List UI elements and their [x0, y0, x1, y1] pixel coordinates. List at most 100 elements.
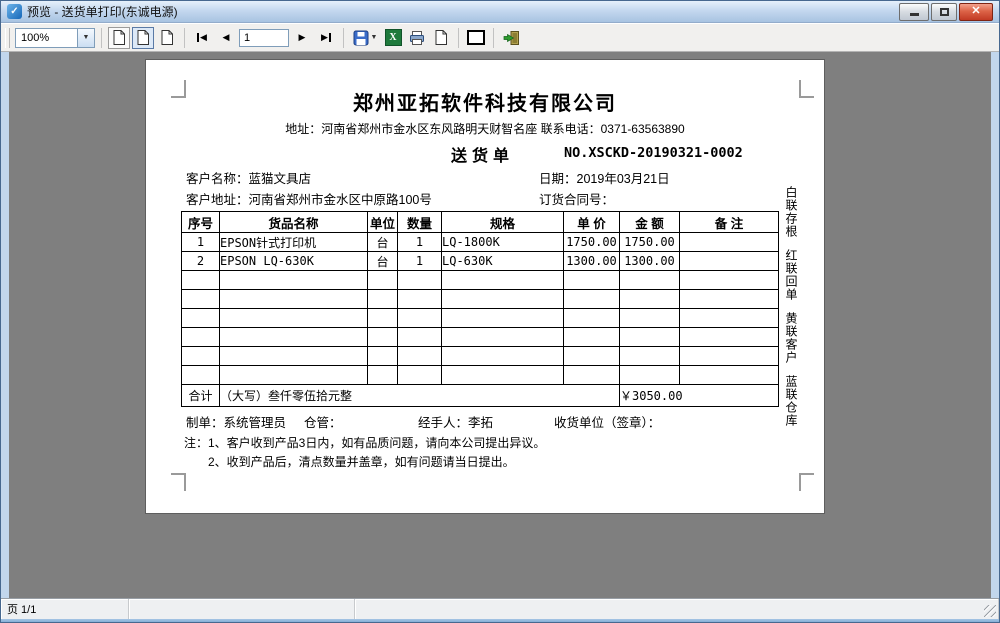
table-cell: 1300.00 [564, 252, 620, 271]
warehouse-label: 仓管： [304, 416, 342, 430]
maker-field: 制单：系统管理员 [186, 412, 286, 431]
customer-name-label: 客户名称： [186, 172, 249, 186]
items-table: 序号 货品名称 单位 数量 规格 单 价 金 额 备 注 1 EPSON针式打印… [181, 211, 779, 407]
table-cell [680, 233, 779, 252]
zoom-value: 100% [16, 32, 77, 44]
window-title: 预览 - 送货单打印(东诚电源) [27, 3, 178, 20]
status-panel [129, 599, 355, 619]
handler-field: 经手人：李拓 [418, 412, 493, 431]
table-cell: 1300.00 [620, 252, 680, 271]
resize-grip-icon[interactable] [984, 605, 996, 617]
company-address-line: 地址：河南省郑州市金水区东风路明天财智名座 联系电话：0371-63563890 [146, 120, 824, 137]
customer-name-field: 客户名称：蓝猫文具店 [186, 168, 311, 187]
handler-value: 李拓 [468, 416, 493, 430]
table-cell: 1750.00 [620, 233, 680, 252]
toolbar-separator [184, 28, 185, 48]
table-empty-cell [182, 290, 220, 309]
header-cell: 规格 [442, 212, 564, 233]
customer-name-value: 蓝猫文具店 [249, 172, 312, 186]
last-page-button[interactable]: ▶ [315, 27, 337, 49]
maximize-button[interactable] [931, 3, 957, 21]
table-cell: 台 [368, 233, 398, 252]
customer-address-field: 客户地址：河南省郑州市金水区中原路100号 [186, 189, 432, 208]
zoom-combobox[interactable]: 100% ▼ [15, 28, 95, 48]
maximize-icon [940, 8, 949, 16]
table-empty-cell [182, 309, 220, 328]
exit-button[interactable] [500, 27, 522, 49]
print-button[interactable] [406, 27, 428, 49]
header-cell: 数量 [398, 212, 442, 233]
copy-label-white: 白联存根 [784, 186, 798, 238]
note-line-1: 注：1、客户收到产品3日内，如有品质问题，请向本公司提出异议。 [184, 434, 545, 453]
minimize-button[interactable] [899, 3, 929, 21]
table-row: 1 EPSON针式打印机 台 1 LQ-1800K 1750.00 1750.0… [182, 233, 779, 252]
table-row: 2 EPSON LQ-630K 台 1 LQ-630K 1300.00 1300… [182, 252, 779, 271]
document-page: 郑州亚拓软件科技有限公司 地址：河南省郑州市金水区东风路明天财智名座 联系电话：… [146, 60, 824, 513]
page-width-view-button[interactable] [132, 27, 154, 49]
next-page-icon: ▶ [299, 33, 306, 42]
maker-value: 系统管理员 [224, 416, 287, 430]
customer-address-label: 客户地址： [186, 193, 249, 207]
table-empty-cell [182, 366, 220, 385]
date-label: 日期： [539, 172, 577, 186]
app-icon: ✓ [7, 4, 22, 19]
copy-label-red: 红联回单 [784, 249, 798, 301]
toolbar-separator [343, 28, 344, 48]
table-empty-row [182, 347, 779, 366]
table-cell [680, 252, 779, 271]
first-page-button[interactable]: ◀ [191, 27, 213, 49]
contract-field: 订货合同号： [539, 189, 614, 208]
company-name: 郑州亚拓软件科技有限公司 [146, 87, 824, 116]
printer-icon [409, 30, 425, 46]
save-dropdown-arrow-icon: ▼ [371, 34, 378, 41]
previous-page-button[interactable]: ◀ [215, 27, 237, 49]
table-cell: 1 [182, 233, 220, 252]
note-line-2: 2、收到产品后，清点数量并盖章，如有问题请当日提出。 [184, 453, 545, 472]
copy-label-yellow: 黄联客户 [784, 312, 798, 364]
table-empty-row [182, 271, 779, 290]
table-empty-cell [182, 271, 220, 290]
preview-area[interactable]: 郑州亚拓软件科技有限公司 地址：河南省郑州市金水区东风路明天财智名座 联系电话：… [1, 52, 999, 598]
table-empty-row [182, 366, 779, 385]
maker-label: 制单： [186, 416, 224, 430]
last-page-icon: ▶ [321, 33, 331, 42]
actual-size-view-button[interactable] [156, 27, 178, 49]
header-cell: 单位 [368, 212, 398, 233]
toolbar-grip [5, 28, 10, 48]
save-icon [353, 30, 369, 46]
status-panel [355, 599, 999, 619]
total-label-cell: 合计 [182, 385, 220, 407]
table-empty-cell [182, 328, 220, 347]
margin-corner-mark [171, 473, 186, 491]
close-icon: ✕ [971, 6, 980, 17]
table-empty-row [182, 328, 779, 347]
exit-door-icon [503, 30, 520, 46]
title-bar: ✓ 预览 - 送货单打印(东诚电源) ✕ [1, 1, 999, 23]
customer-address-value: 河南省郑州市金水区中原路100号 [249, 193, 432, 207]
close-button[interactable]: ✕ [959, 3, 993, 21]
toolbar-separator [458, 28, 459, 48]
table-cell: 1 [398, 252, 442, 271]
page-whole-icon [112, 29, 126, 46]
margin-corner-mark [799, 473, 814, 491]
page-setup-button[interactable] [430, 27, 452, 49]
status-bar: 页 1/1 [1, 598, 999, 619]
table-cell: LQ-630K [442, 252, 564, 271]
page-actual-icon [160, 29, 174, 46]
window-bottom-frame [1, 619, 999, 623]
whole-page-view-button[interactable] [108, 27, 130, 49]
copy-labels: 白联存根 红联回单 黄联客户 蓝联仓库 [784, 186, 798, 427]
zoom-dropdown-button[interactable]: ▼ [77, 29, 94, 47]
table-cell: LQ-1800K [442, 233, 564, 252]
export-excel-button[interactable]: X [382, 27, 404, 49]
save-button[interactable]: ▼ [350, 27, 380, 49]
margins-button[interactable] [465, 27, 487, 49]
table-header-row: 序号 货品名称 单位 数量 规格 单 价 金 额 备 注 [182, 212, 779, 233]
date-value: 2019年03月21日 [577, 172, 670, 186]
toolbar-separator [101, 28, 102, 48]
first-page-icon: ◀ [197, 33, 207, 42]
next-page-button[interactable]: ▶ [291, 27, 313, 49]
header-cell: 序号 [182, 212, 220, 233]
page-number-input[interactable] [239, 29, 289, 47]
excel-icon: X [385, 29, 402, 46]
